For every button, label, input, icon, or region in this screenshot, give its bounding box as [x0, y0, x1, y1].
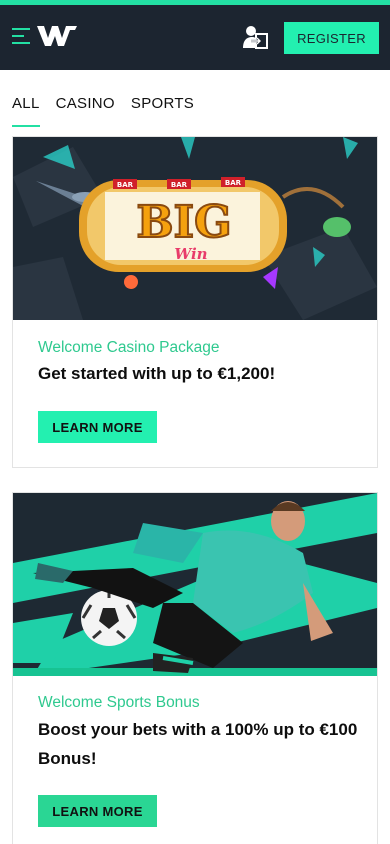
soccer-player-banner[interactable] [13, 493, 377, 676]
slot-symbol-bar: BAR [117, 181, 134, 189]
brand-logo[interactable] [36, 24, 78, 48]
promotion-card-sports: Welcome Sports Bonus Boost your bets wit… [12, 492, 378, 844]
register-button[interactable]: REGISTER [284, 22, 379, 54]
login-icon[interactable] [243, 24, 269, 50]
slot-symbol-bar: BAR [225, 179, 242, 187]
category-tabs: ALL CASINO SPORTS [12, 95, 210, 127]
slot-symbol-bar: BAR [171, 181, 188, 189]
learn-more-button[interactable]: LEARN MORE [38, 795, 157, 827]
big-win-logo-text: Win [174, 245, 207, 263]
promotion-subtitle: Welcome Sports Bonus [38, 694, 200, 711]
promotion-headline: Boost your bets with a 100% up to €100 B… [38, 720, 358, 768]
promotion-headline: Get started with up to €1,200! [38, 364, 276, 383]
menu-icon[interactable] [12, 27, 32, 45]
tab-casino[interactable]: CASINO [56, 95, 115, 121]
learn-more-button[interactable]: LEARN MORE [38, 411, 157, 443]
big-win-slot-banner[interactable]: BAR BAR BAR BIG Win [13, 137, 377, 320]
tab-all[interactable]: ALL [12, 95, 40, 127]
tab-sports[interactable]: SPORTS [131, 95, 194, 121]
big-win-logo-text: BIG [136, 197, 231, 248]
accent-stripe [0, 0, 390, 5]
top-navigation-bar: REGISTER [0, 0, 390, 70]
promotion-card-casino: BAR BAR BAR BIG Win Welcome Casino Packa… [12, 136, 378, 468]
promotion-subtitle: Welcome Casino Package [38, 339, 220, 356]
